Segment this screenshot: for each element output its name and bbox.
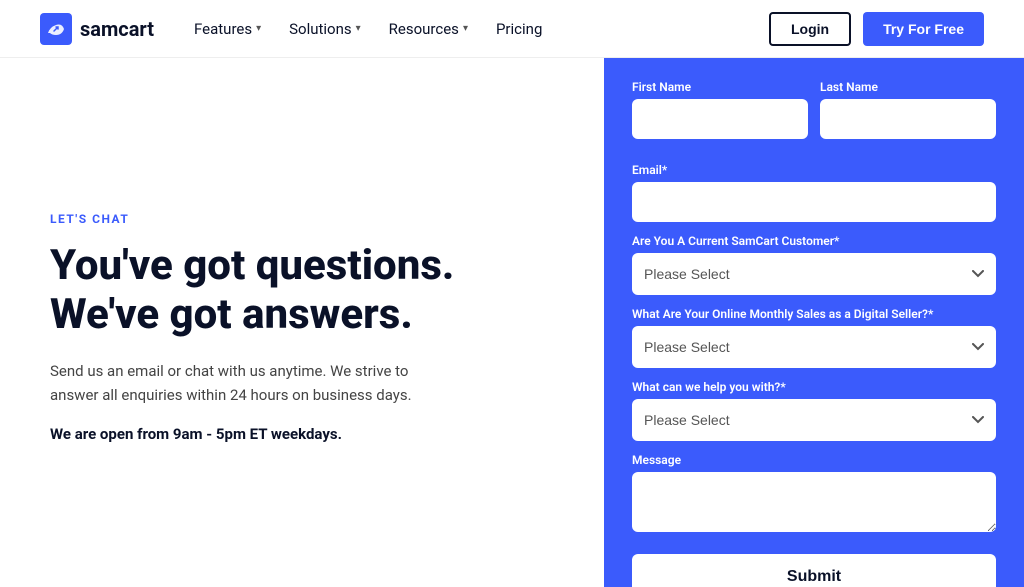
first-name-input[interactable] — [632, 99, 808, 139]
lets-chat-badge: LET'S CHAT — [50, 212, 554, 226]
help-group: What can we help you with?* Please Selec… — [632, 380, 996, 441]
chevron-down-icon: ▾ — [256, 23, 261, 34]
logo[interactable]: samcart — [40, 13, 154, 45]
main-content: LET'S CHAT You've got questions. We've g… — [0, 58, 1024, 587]
sales-group: What Are Your Online Monthly Sales as a … — [632, 307, 996, 368]
nav-resources[interactable]: Resources ▾ — [389, 20, 468, 38]
chevron-down-icon: ▾ — [356, 23, 361, 34]
customer-group: Are You A Current SamCart Customer* Plea… — [632, 234, 996, 295]
logo-text: samcart — [80, 17, 154, 41]
sales-label: What Are Your Online Monthly Sales as a … — [632, 307, 996, 321]
sub-text: Send us an email or chat with us anytime… — [50, 359, 450, 407]
submit-button[interactable]: Submit — [632, 554, 996, 587]
main-heading: You've got questions. We've got answers. — [50, 242, 554, 339]
last-name-input[interactable] — [820, 99, 996, 139]
last-name-group: Last Name — [820, 80, 996, 139]
customer-label: Are You A Current SamCart Customer* — [632, 234, 996, 248]
email-group: Email* — [632, 163, 996, 222]
message-label: Message — [632, 453, 996, 467]
left-panel: LET'S CHAT You've got questions. We've g… — [0, 58, 604, 587]
navigation: samcart Features ▾ Solutions ▾ Resources… — [0, 0, 1024, 58]
try-for-free-button[interactable]: Try For Free — [863, 12, 984, 46]
help-label: What can we help you with?* — [632, 380, 996, 394]
email-label: Email* — [632, 163, 996, 177]
nav-actions: Login Try For Free — [769, 12, 984, 46]
open-hours: We are open from 9am - 5pm ET weekdays. — [50, 425, 554, 443]
message-textarea[interactable] — [632, 472, 996, 532]
nav-solutions[interactable]: Solutions ▾ — [289, 20, 361, 38]
name-row: First Name Last Name — [632, 80, 996, 151]
help-select[interactable]: Please Select — [632, 399, 996, 441]
customer-select[interactable]: Please Select — [632, 253, 996, 295]
contact-form-panel: First Name Last Name Email* Are You A Cu… — [604, 58, 1024, 587]
nav-pricing[interactable]: Pricing — [496, 20, 542, 38]
sales-select[interactable]: Please Select — [632, 326, 996, 368]
nav-features[interactable]: Features ▾ — [194, 20, 261, 38]
first-name-label: First Name — [632, 80, 808, 94]
login-button[interactable]: Login — [769, 12, 851, 46]
message-group: Message — [632, 453, 996, 532]
email-input[interactable] — [632, 182, 996, 222]
logo-icon — [40, 13, 72, 45]
chevron-down-icon: ▾ — [463, 23, 468, 34]
nav-links: Features ▾ Solutions ▾ Resources ▾ Prici… — [194, 20, 769, 38]
last-name-label: Last Name — [820, 80, 996, 94]
first-name-group: First Name — [632, 80, 808, 139]
